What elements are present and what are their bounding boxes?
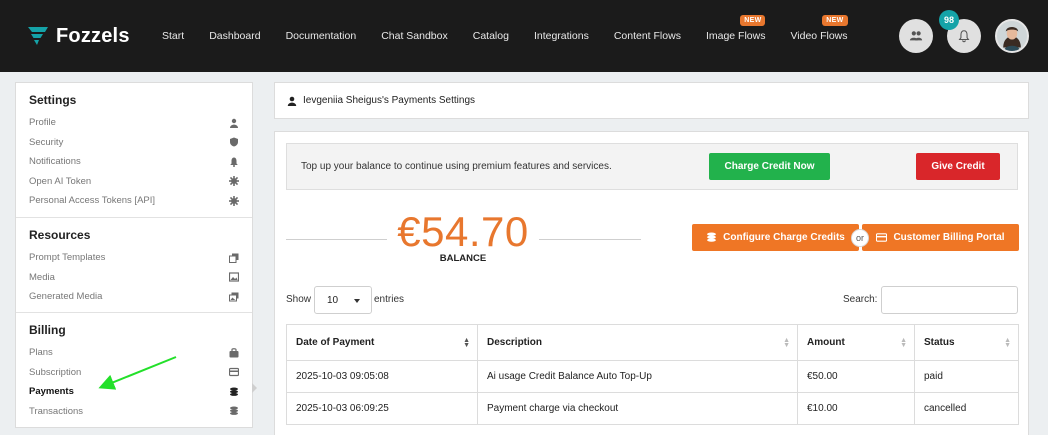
search-input[interactable] — [881, 286, 1018, 314]
card-icon — [876, 233, 888, 242]
cell-description: Payment charge via checkout — [477, 392, 798, 425]
sort-icon: ▲ ▼ — [900, 337, 907, 349]
column-header-amount[interactable]: Amount ▲ ▼ — [797, 324, 915, 361]
divider — [286, 239, 387, 240]
payments-table: Date of Payment ▲ ▼ Description ▲ ▼ Amount ▲ ▼… — [286, 324, 1019, 425]
topup-text: Top up your balance to continue using pr… — [301, 161, 612, 172]
cell-date: 2025-10-03 06:09:25 — [286, 392, 478, 425]
column-header-date[interactable]: Date of Payment ▲ ▼ — [286, 324, 478, 361]
page-title: Ievgeniia Sheigus's Payments Settings — [303, 95, 476, 106]
show-label: Show — [286, 294, 312, 305]
chevron-down-icon — [354, 299, 360, 303]
sort-icon: ▲ ▼ — [463, 337, 470, 349]
table-row: 2025-10-03 06:09:25 Payment charge via c… — [286, 392, 1019, 425]
page-header: Ievgeniia Sheigus's Payments Settings — [274, 82, 1029, 119]
balance-amount: €54.70 — [397, 208, 529, 255]
sort-icon: ▲ ▼ — [1004, 337, 1011, 349]
cell-status: cancelled — [914, 392, 1019, 425]
search-label: Search: — [843, 294, 878, 305]
topup-banner: Top up your balance to continue using pr… — [286, 143, 1018, 190]
divider — [539, 239, 641, 240]
user-icon — [287, 96, 297, 106]
cell-amount: €10.00 — [797, 392, 915, 425]
charge-credit-now-button[interactable]: Charge Credit Now — [709, 153, 830, 180]
give-credit-button[interactable]: Give Credit — [916, 153, 1000, 180]
sort-icon: ▲ ▼ — [783, 337, 790, 349]
table-row: 2025-10-03 09:05:08 Ai usage Credit Bala… — [286, 360, 1019, 393]
entries-label: entries — [374, 294, 405, 305]
column-header-description[interactable]: Description ▲ ▼ — [477, 324, 798, 361]
column-header-status[interactable]: Status ▲ ▼ — [914, 324, 1019, 361]
cell-date: 2025-10-03 09:05:08 — [286, 360, 478, 393]
cell-status: paid — [914, 360, 1019, 393]
customer-billing-portal-button[interactable]: Customer Billing Portal — [862, 224, 1019, 251]
cell-description: Ai usage Credit Balance Auto Top-Up — [477, 360, 798, 393]
coins-icon — [707, 232, 717, 242]
payments-card: Top up your balance to continue using pr… — [274, 131, 1029, 435]
or-separator: or — [851, 229, 869, 247]
annotation-arrow — [98, 356, 177, 390]
cell-amount: €50.00 — [797, 360, 915, 393]
balance-label: BALANCE — [439, 253, 487, 264]
entries-select[interactable]: 10 — [314, 286, 372, 314]
configure-charge-credits-button[interactable]: Configure Charge Credits — [692, 224, 859, 251]
